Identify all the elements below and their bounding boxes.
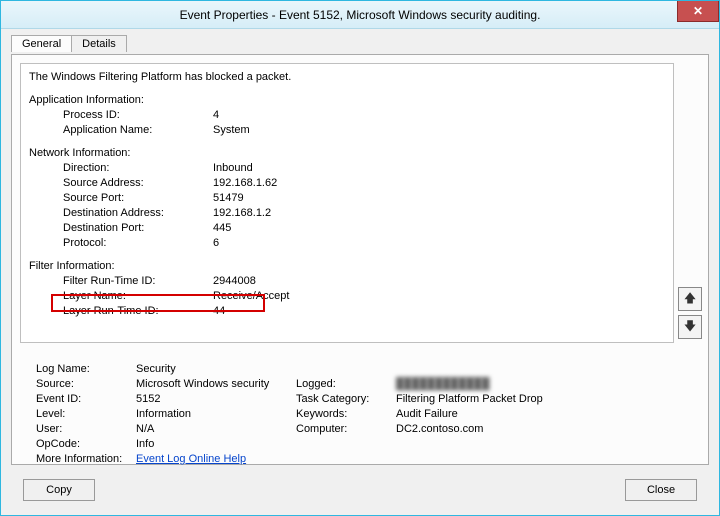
net-info-header: Network Information: — [29, 146, 665, 161]
dst-addr-value: 192.168.1.2 — [213, 207, 271, 219]
event-id-value: 5152 — [136, 393, 296, 405]
process-id-label: Process ID: — [63, 108, 213, 123]
proto-value: 6 — [213, 237, 219, 249]
dst-addr-label: Destination Address: — [63, 206, 213, 221]
task-cat-value: Filtering Platform Packet Drop — [396, 393, 684, 405]
app-name-label: Application Name: — [63, 123, 213, 138]
event-id-label: Event ID: — [36, 393, 136, 405]
titlebar: Event Properties - Event 5152, Microsoft… — [1, 1, 719, 29]
src-addr-label: Source Address: — [63, 176, 213, 191]
tab-details[interactable]: Details — [71, 35, 127, 52]
level-label: Level: — [36, 408, 136, 420]
client-area: GeneralDetails The Windows Filtering Pla… — [11, 34, 709, 505]
window-close-button[interactable]: ✕ — [677, 1, 719, 22]
keywords-label: Keywords: — [296, 408, 396, 420]
app-name-value: System — [213, 124, 250, 136]
close-icon: ✕ — [693, 4, 703, 18]
arrow-down-icon: 🡇 — [684, 317, 696, 338]
layer-rt-label: Layer Run-Time ID: — [63, 304, 213, 319]
direction-value: Inbound — [213, 162, 253, 174]
layer-value: Receive/Accept — [213, 290, 289, 302]
window-title: Event Properties - Event 5152, Microsoft… — [180, 8, 541, 22]
close-button[interactable]: Close — [625, 479, 697, 501]
computer-label: Computer: — [296, 423, 396, 435]
filter-rt-label: Filter Run-Time ID: — [63, 274, 213, 289]
source-label: Source: — [36, 378, 136, 390]
src-port-label: Source Port: — [63, 191, 213, 206]
dialog-button-row: Copy Close — [11, 471, 709, 505]
next-event-button[interactable]: 🡇 — [678, 315, 702, 339]
user-label: User: — [36, 423, 136, 435]
src-addr-value: 192.168.1.62 — [213, 177, 277, 189]
dst-port-value: 445 — [213, 222, 231, 234]
log-name-label: Log Name: — [36, 363, 136, 375]
more-info-label: More Information: — [36, 453, 136, 465]
tab-strip: GeneralDetails — [11, 34, 709, 54]
opcode-label: OpCode: — [36, 438, 136, 450]
event-log-help-link[interactable]: Event Log Online Help — [136, 453, 296, 465]
opcode-value: Info — [136, 438, 296, 450]
layer-rt-value: 44 — [213, 305, 225, 317]
copy-button[interactable]: Copy — [23, 479, 95, 501]
filter-rt-value: 2944008 — [213, 275, 256, 287]
src-port-value: 51479 — [213, 192, 244, 204]
filter-info-header: Filter Information: — [29, 259, 665, 274]
summary-text: The Windows Filtering Platform has block… — [29, 70, 665, 85]
direction-label: Direction: — [63, 161, 213, 176]
keywords-value: Audit Failure — [396, 408, 684, 420]
app-info-header: Application Information: — [29, 93, 665, 108]
proto-label: Protocol: — [63, 236, 213, 251]
arrow-up-icon: 🡅 — [684, 289, 696, 310]
user-value: N/A — [136, 423, 296, 435]
prev-event-button[interactable]: 🡅 — [678, 287, 702, 311]
layer-label: Layer Name: — [63, 289, 213, 304]
process-id-value: 4 — [213, 109, 219, 121]
computer-value: DC2.contoso.com — [396, 423, 684, 435]
source-value: Microsoft Windows security — [136, 378, 296, 390]
task-cat-label: Task Category: — [296, 393, 396, 405]
logged-value: ████████████ — [396, 378, 684, 390]
logged-label: Logged: — [296, 378, 396, 390]
event-description: The Windows Filtering Platform has block… — [20, 63, 674, 343]
event-metadata: Log Name: Security Source: Microsoft Win… — [20, 355, 700, 456]
level-value: Information — [136, 408, 296, 420]
event-properties-window: Event Properties - Event 5152, Microsoft… — [0, 0, 720, 516]
tab-general[interactable]: General — [11, 35, 72, 52]
dst-port-label: Destination Port: — [63, 221, 213, 236]
log-name-value: Security — [136, 363, 296, 375]
tab-body-general: The Windows Filtering Platform has block… — [11, 54, 709, 465]
